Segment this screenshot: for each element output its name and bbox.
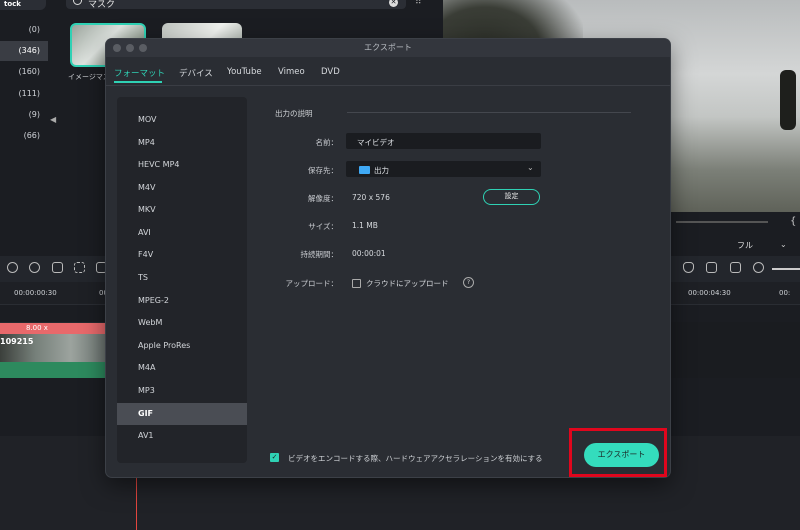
cloud-upload-checkbox[interactable] [352,279,361,288]
tab-youtube[interactable]: YouTube [227,67,262,77]
tab-format[interactable]: フォーマット [114,67,165,79]
size-value: 1.1 MB [352,221,378,230]
hw-accel-label: ビデオをエンコードする際、ハードウェアアクセラレーションを有効にする [288,454,543,463]
tab-vimeo[interactable]: Vimeo [278,67,305,77]
divider [347,112,631,113]
subtitle-icon[interactable] [730,262,741,273]
marker-icon[interactable] [52,262,63,273]
category-count[interactable]: (160) [0,62,48,82]
duration-value: 00:00:01 [352,249,386,258]
format-item-av1[interactable]: AV1 [117,425,247,447]
export-button[interactable]: エクスポート [584,443,659,467]
speed-icon[interactable] [7,262,18,273]
format-item-mov[interactable]: MOV [117,109,247,131]
zoom-out-icon[interactable] [753,262,764,273]
grid-view-icon[interactable]: ⠿ [415,0,422,7]
resolution-value: 720 x 576 [352,193,390,202]
settings-button[interactable]: 設定 [483,189,540,205]
upload-label: アップロード： [285,279,339,288]
resolution-label: 解像度： [308,194,338,203]
zoom-slider[interactable] [772,268,800,270]
format-item-mp3[interactable]: MP3 [117,380,247,402]
clip-name: 109215 [0,337,34,346]
clip-speed-bar[interactable] [0,323,106,334]
search-input[interactable] [66,0,406,9]
format-item-m4a[interactable]: M4A [117,357,247,379]
name-label: 名前： [315,138,339,147]
folder-icon [359,166,370,174]
crop-icon[interactable] [74,262,85,273]
section-title: 出力の説明 [275,109,313,118]
preview-progress-bar[interactable] [676,221,768,223]
export-dialog: エクスポート フォーマット デバイス YouTube Vimeo DVD MOV… [106,39,670,477]
active-tab-indicator [114,81,162,83]
category-count[interactable]: (0) [0,20,48,40]
category-count[interactable]: (9) [0,105,48,125]
size-label: サイズ： [308,222,338,231]
duration-label: 持続期間： [300,250,339,259]
format-item-gif[interactable]: GIF [117,403,247,425]
thumbnail-label: イメージマス [68,73,110,81]
hw-accel-checkbox[interactable]: ✓ [270,453,279,462]
format-item-mpeg2[interactable]: MPEG-2 [117,290,247,312]
timeline-empty-area [670,322,800,378]
microphone-icon[interactable] [683,262,694,273]
color-icon[interactable] [29,262,40,273]
help-icon[interactable]: ? [463,277,474,288]
format-item-webm[interactable]: WebM [117,312,247,334]
category-count[interactable]: (66) [0,126,48,146]
chevron-down-icon[interactable]: ⌄ [527,163,534,172]
stock-tab[interactable]: tock [0,0,46,10]
clip-speed-label: 8.00 x [26,324,48,332]
collapse-arrow-icon[interactable]: ◀ [50,115,56,124]
category-count[interactable]: (111) [0,84,48,104]
save-location-value: 出力 [374,166,389,175]
category-count[interactable]: (346) [0,41,48,61]
save-location-label: 保存先： [308,166,338,175]
view-mode-label[interactable]: フル [737,240,753,251]
format-item-apple-prores[interactable]: Apple ProRes [117,335,247,357]
divider [106,85,670,86]
timecode: 00: [779,289,791,297]
name-value: マイビデオ [357,138,395,147]
cloud-upload-label: クラウドにアップロード [366,279,449,288]
tab-device[interactable]: デバイス [179,67,213,79]
preview-person [780,70,796,130]
mark-in-icon[interactable]: { [790,216,796,227]
timecode: 00:00:00:30 [14,289,57,297]
audio-clip[interactable] [0,362,106,378]
chevron-down-icon[interactable]: ⌄ [780,240,787,249]
timecode: 00:00:04:30 [688,289,731,297]
tab-dvd[interactable]: DVD [321,67,340,77]
dialog-title: エクスポート [364,43,412,52]
search-query: マスク [88,0,116,10]
audio-list-icon[interactable] [706,262,717,273]
